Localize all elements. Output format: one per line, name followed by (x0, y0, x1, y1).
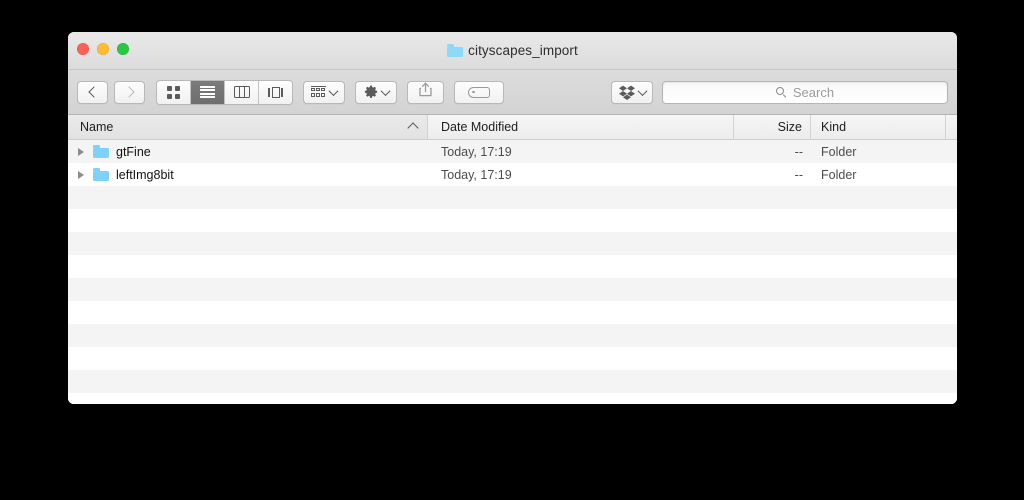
arrange-button[interactable] (303, 80, 345, 104)
chevron-down-icon (637, 85, 647, 96)
file-size-cell: -- (794, 167, 803, 182)
disclosure-triangle-icon[interactable] (78, 170, 84, 179)
list-view-button[interactable] (191, 80, 225, 104)
page-title: cityscapes_import (468, 43, 578, 58)
coverflow-icon (267, 86, 285, 99)
file-size-cell: -- (794, 144, 803, 159)
empty-row (68, 393, 957, 404)
empty-row (68, 301, 957, 324)
empty-row (68, 370, 957, 393)
disclosure-triangle-icon[interactable] (78, 147, 84, 156)
view-mode-segmented-control (156, 79, 293, 105)
file-name-label: leftImg8bit (116, 167, 174, 182)
action-button[interactable] (355, 80, 397, 104)
share-button[interactable] (407, 80, 444, 104)
gallery-view-button[interactable] (259, 80, 292, 104)
folder-icon (93, 145, 109, 158)
chevron-right-icon (122, 86, 135, 98)
tag-button[interactable] (454, 80, 504, 104)
empty-row (68, 209, 957, 232)
columns-icon (233, 86, 250, 98)
folder-icon (93, 168, 109, 181)
empty-row (68, 255, 957, 278)
empty-row (68, 232, 957, 255)
column-header-kind-label: Kind (821, 120, 847, 134)
column-header-size-label: Size (777, 120, 802, 134)
empty-row (68, 186, 957, 209)
dropbox-icon (618, 85, 635, 100)
finder-window: cityscapes_import Search Name Date Modif… (68, 32, 957, 404)
close-button[interactable] (77, 43, 89, 55)
column-header-date-modified-label: Date Modified (441, 120, 519, 134)
forward-button[interactable] (114, 80, 145, 104)
column-header-kind[interactable]: Kind (811, 115, 946, 139)
file-kind-cell: Folder (821, 167, 857, 182)
empty-row (68, 324, 957, 347)
file-date-cell: Today, 17:19 (441, 167, 512, 182)
chevron-left-icon (87, 86, 100, 98)
file-date-cell: Today, 17:19 (441, 144, 512, 159)
arrange-icon (311, 86, 326, 98)
table-row[interactable]: gtFine Today, 17:19 -- Folder (68, 140, 957, 163)
minimize-button[interactable] (97, 43, 109, 55)
column-header-name-label: Name (80, 120, 114, 134)
sort-ascending-icon (407, 122, 419, 134)
navigation-group (77, 80, 145, 104)
window-title-group: cityscapes_import (68, 32, 957, 69)
gear-icon (364, 85, 378, 99)
share-icon (419, 82, 432, 102)
toolbar: Search (68, 70, 957, 115)
column-header-date-modified[interactable]: Date Modified (428, 115, 734, 139)
list-icon (200, 86, 215, 98)
grid-icon (167, 85, 180, 99)
tag-icon (468, 86, 490, 98)
chevron-down-icon (380, 85, 390, 96)
column-header-row: Name Date Modified Size Kind (68, 115, 957, 140)
empty-row (68, 347, 957, 370)
window-titlebar[interactable]: cityscapes_import (68, 32, 957, 70)
search-input[interactable]: Search (662, 80, 948, 104)
chevron-down-icon (328, 85, 339, 96)
icon-view-button[interactable] (157, 80, 191, 104)
column-view-button[interactable] (225, 80, 259, 104)
folder-icon (447, 44, 464, 57)
dropbox-button[interactable] (611, 80, 653, 104)
column-header-size[interactable]: Size (734, 115, 811, 139)
file-kind-cell: Folder (821, 144, 857, 159)
file-name-cell: leftImg8bit (68, 168, 428, 182)
file-name-label: gtFine (116, 144, 151, 159)
column-header-spacer[interactable] (946, 115, 957, 139)
empty-rows-area[interactable] (68, 186, 957, 404)
back-button[interactable] (77, 80, 108, 104)
column-header-name[interactable]: Name (68, 115, 428, 139)
empty-row (68, 278, 957, 301)
table-row[interactable]: leftImg8bit Today, 17:19 -- Folder (68, 163, 957, 186)
traffic-lights (77, 43, 129, 55)
zoom-button[interactable] (117, 43, 129, 55)
file-name-cell: gtFine (68, 145, 428, 159)
search-icon (775, 86, 787, 98)
search-placeholder: Search (792, 84, 835, 100)
file-list[interactable]: gtFine Today, 17:19 -- Folder leftImg8bi… (68, 140, 957, 404)
